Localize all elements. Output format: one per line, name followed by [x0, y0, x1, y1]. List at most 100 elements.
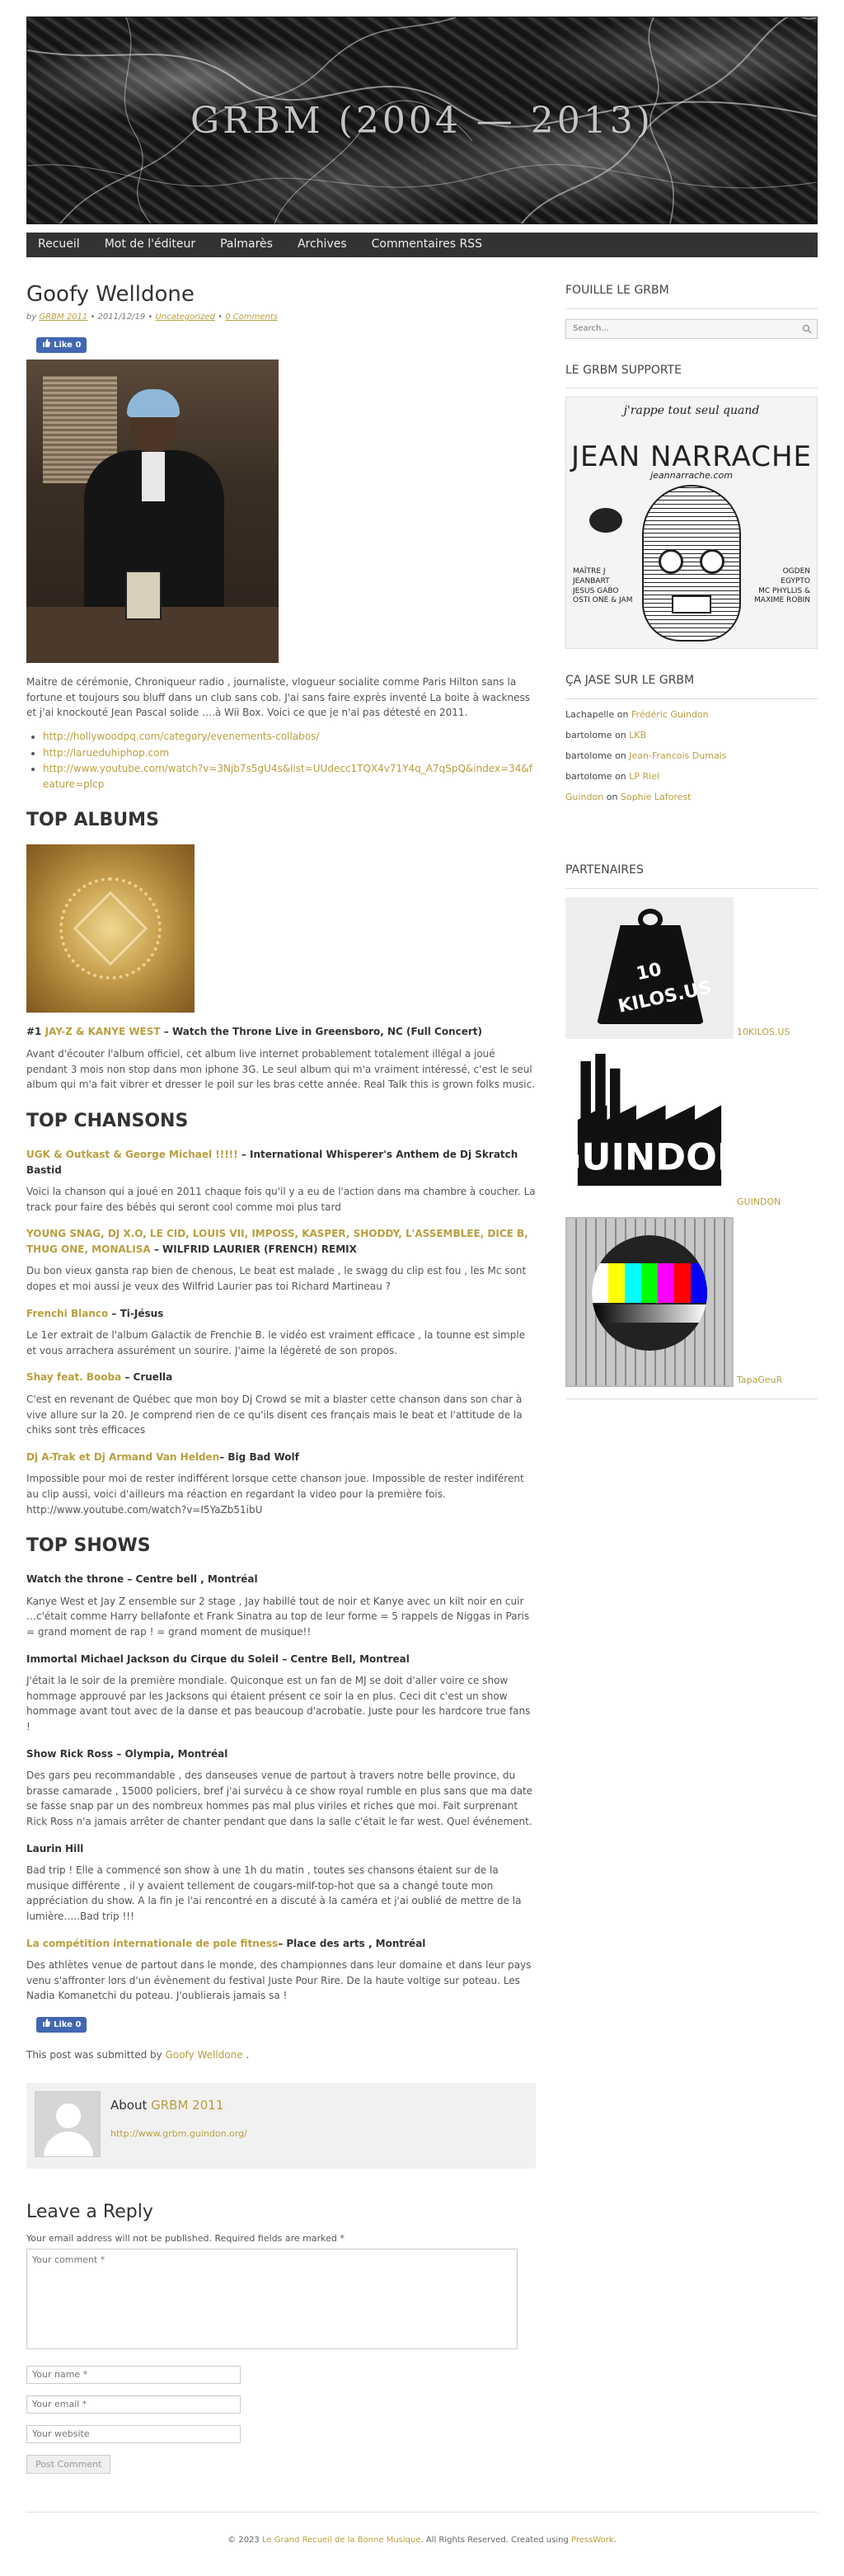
song-description: Du bon vieux gansta rap bien de chenous,…: [26, 1265, 527, 1293]
submitted-suffix: .: [246, 2049, 250, 2061]
song-artist-link[interactable]: Shay feat. Booba: [26, 1371, 121, 1383]
kettlebell-logo[interactable]: 10 KILOS.US: [565, 896, 734, 1039]
post-comment-button[interactable]: Post Comment: [26, 2454, 111, 2474]
jean-narrache-poster[interactable]: j'rappe tout seul quand JEAN NARRACHE je…: [565, 397, 818, 650]
recent-post-link[interactable]: Jean-Francois Dumais: [629, 750, 726, 761]
show-entry-heading: Immortal Michael Jackson du Cirque du So…: [26, 1652, 410, 1665]
nav-item-archives[interactable]: Archives: [298, 236, 347, 254]
website-field[interactable]: [26, 2424, 241, 2443]
facebook-like-button[interactable]: Like 0: [36, 336, 87, 354]
song-description: C'est en revenant de Québec que mon boy …: [26, 1394, 523, 1436]
facebook-like-button[interactable]: Like 0: [36, 2016, 87, 2033]
avatar: [35, 2091, 101, 2158]
site-title[interactable]: GRBM (2004 — 2013): [27, 93, 817, 149]
post-intro: Maitre de cérémonie, Chroniqueur radio ,…: [26, 676, 530, 719]
nav-item-recueil[interactable]: Recueil: [38, 236, 80, 254]
song-title: – Ti-Jésus: [108, 1307, 164, 1319]
recent-post-link[interactable]: Frédéric Guindon: [631, 709, 709, 720]
song-artist-link[interactable]: Dj A-Trak et Dj Armand Van Helden: [26, 1451, 219, 1463]
list-item: Guindon on Sophie Laforest: [565, 792, 692, 803]
top-shows-heading: TOP SHOWS: [26, 1535, 151, 1557]
song-entry-heading: UGK & Outkast & George Michael !!!!! – I…: [26, 1147, 536, 1178]
post-link[interactable]: http://larueduhiphop.com: [43, 747, 169, 759]
recent-comments-list: Lachapelle on Frédéric Guindon bartolome…: [565, 707, 818, 804]
recent-post-link[interactable]: Sophie Laforest: [621, 792, 692, 802]
album-description: Avant d'écouter l'album officiel, cet al…: [26, 1048, 535, 1091]
song-description: Le 1er extrait de l'album Galactik de Fr…: [26, 1329, 526, 1356]
show-entry-heading: Show Rick Ross – Olympia, Montréal: [26, 1747, 228, 1760]
top-albums-heading: TOP ALBUMS: [26, 810, 159, 831]
list-item: Lachapelle on Frédéric Guindon: [565, 709, 709, 721]
partner-10kilos[interactable]: 10 KILOS.US 10KILOS.US: [565, 896, 818, 1039]
album-artist-link[interactable]: JAY-Z & KANYE WEST: [45, 1026, 161, 1037]
author-site: http://www.grbm.guindon.org/: [110, 2127, 247, 2141]
footer-theme-link[interactable]: PressWork: [571, 2536, 614, 2545]
poster-credits-right: OGDEN EGYPTO MC PHYLLIS & MAXIME ROBIN: [754, 567, 810, 605]
nav-item-rss[interactable]: Commentaires RSS: [372, 236, 482, 254]
partner-link-10kilos[interactable]: 10KILOS.US: [737, 1025, 790, 1039]
song-title: – Cruella: [121, 1371, 173, 1384]
search-icon[interactable]: [802, 323, 812, 339]
post-meta: by GRBM 2011 • 2011/12/19 • Uncategorize…: [26, 311, 536, 324]
recent-post-link[interactable]: LP Riel: [629, 771, 659, 782]
comment-textarea[interactable]: [26, 2249, 518, 2350]
list-item: http://hollywoodpq.com/category/evenemen…: [43, 729, 536, 745]
test-pattern-logo[interactable]: [565, 1216, 734, 1387]
footer-suffix: .: [613, 2535, 617, 2545]
meta-author-link[interactable]: GRBM 2011: [39, 313, 87, 322]
guindon-factory-logo[interactable]: GUINDON: [565, 1046, 734, 1209]
author-site-link[interactable]: http://www.grbm.guindon.org/: [110, 2128, 247, 2139]
nav-item-mot-editeur[interactable]: Mot de l'éditeur: [105, 236, 195, 254]
post-link[interactable]: http://hollywoodpq.com/category/evenemen…: [43, 731, 319, 742]
partner-guindon[interactable]: GUINDON GUINDON: [565, 1046, 818, 1209]
email-field[interactable]: [26, 2395, 241, 2414]
poster-credits-left: MAÎTRE J JEANBART JESUS GABO OSTI ONE & …: [573, 567, 633, 605]
partner-tapageur[interactable]: TapaGeuR: [565, 1216, 818, 1387]
support-widget-title: LE GRBM SUPPORTE: [565, 362, 818, 389]
partners-title: PARTENAIRES: [565, 862, 818, 889]
site-header-banner[interactable]: GRBM (2004 — 2013): [26, 16, 818, 224]
song-artist-link[interactable]: Frenchi Blanco: [26, 1308, 108, 1319]
show-entry-heading: Laurin Hill: [26, 1842, 84, 1854]
song-artist-link[interactable]: UGK & Outkast & George Michael !!!!!: [26, 1149, 238, 1160]
search-box: [565, 318, 818, 339]
show-heading-link[interactable]: La compétition internationale de pole fi…: [26, 1938, 278, 1949]
footer-site-link[interactable]: Le Grand Recueil de la Bonne Musique: [262, 2536, 421, 2545]
show-description: Kanye West et Jay Z ensemble sur 2 stage…: [26, 1595, 530, 1638]
show-entry-heading: Watch the throne – Centre bell , Montréa…: [26, 1573, 258, 1586]
post-link[interactable]: http://www.youtube.com/watch?v=3Njb7s5gU…: [43, 763, 532, 790]
partner-link-guindon[interactable]: GUINDON: [737, 1195, 781, 1209]
submitted-by: This post was submitted by Goofy Welldon…: [26, 2047, 536, 2063]
facebook-like-label: Like 0: [54, 2019, 82, 2029]
nav-item-palmares[interactable]: Palmarès: [220, 236, 273, 254]
recent-author-link[interactable]: Guindon: [565, 792, 603, 802]
meta-by: by: [26, 313, 37, 322]
reply-note: Your email address will not be published…: [26, 2233, 345, 2245]
submitted-author-link[interactable]: Goofy Welldone: [166, 2049, 243, 2061]
meta-category-link[interactable]: Uncategorized: [155, 313, 214, 322]
thumbs-up-icon: [42, 338, 50, 352]
post-photo: [26, 360, 279, 664]
partners-widget: PARTENAIRES 10 KILOS.US 10KILOS.US UINDO…: [565, 862, 818, 1399]
site-footer: © 2023 Le Grand Recueil de la Bonne Musi…: [26, 2511, 818, 2576]
post-title[interactable]: Goofy Welldone: [26, 282, 536, 308]
author-info: About GRBM 2011 http://www.grbm.guindon.…: [110, 2091, 247, 2160]
author-name-link[interactable]: GRBM 2011: [151, 2098, 223, 2113]
show-description: Des gars peu recommandable , des danseus…: [26, 1770, 533, 1827]
facebook-like-label: Like 0: [54, 340, 82, 350]
search-input[interactable]: [566, 319, 817, 338]
show-description: Bad trip ! Elle a commencé son show à un…: [26, 1864, 522, 1922]
recent-comments-title: ÇA JASE SUR LE GRBM: [565, 672, 818, 700]
thumbs-up-icon: [42, 2018, 50, 2032]
list-item: http://www.youtube.com/watch?v=3Njb7s5gU…: [43, 761, 536, 792]
album-cover-image: [26, 844, 195, 1013]
show-entry-heading: La compétition internationale de pole fi…: [26, 1936, 536, 1952]
partner-link-tapageur[interactable]: TapaGeuR: [737, 1373, 782, 1387]
svg-text:GUINDON: GUINDON: [569, 1136, 730, 1178]
name-field[interactable]: [26, 2365, 241, 2384]
show-description: J'était la le soir de la première mondia…: [26, 1675, 531, 1733]
partners-divider: [565, 1398, 818, 1399]
meta-comments-link[interactable]: 0 Comments: [225, 313, 278, 322]
song-entry-heading: YOUNG SNAG, DJ X.O, LE CID, LOUIS VII, I…: [26, 1226, 536, 1257]
recent-post-link[interactable]: LKB: [629, 730, 646, 740]
